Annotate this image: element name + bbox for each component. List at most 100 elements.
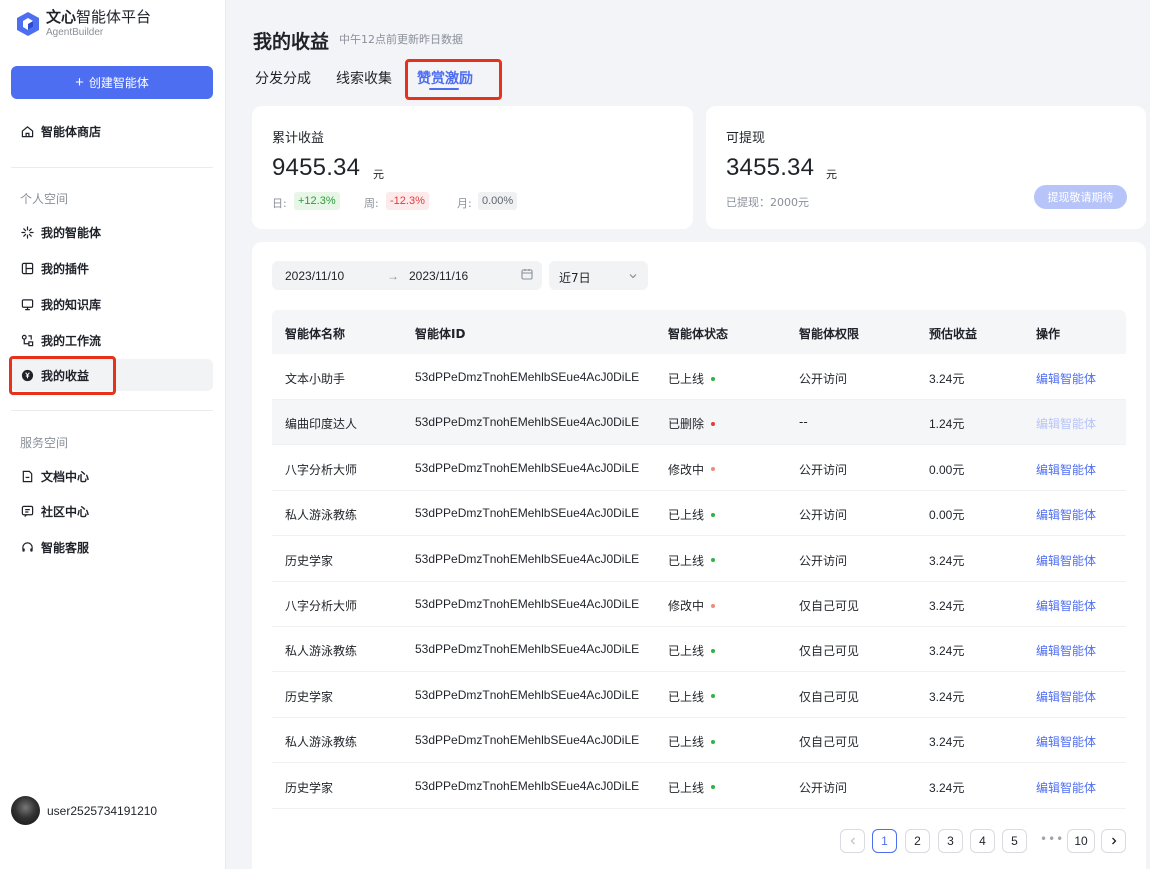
yen-coin-icon [20,368,34,382]
plus-icon: + [75,74,84,91]
sidebar-item-community[interactable]: 社区中心 [11,495,213,527]
cell-permission: 公开访问 [799,372,848,386]
tab-lead-collection[interactable]: 线索收集 [336,68,392,88]
workflow-icon [20,333,34,347]
next-page-button[interactable] [1101,829,1126,853]
cell-revenue: 0.00元 [929,462,965,477]
page-button-5[interactable]: 5 [1002,829,1027,853]
edit-agent-link[interactable]: 编辑智能体 [1036,506,1096,523]
sidebar-divider [11,167,213,168]
sidebar-item-label: 社区中心 [41,504,90,519]
page-title: 我的收益 [253,31,330,53]
sidebar-item-my-revenue[interactable]: 我的收益 [11,359,213,391]
withdrawable-unit: 元 [826,168,837,181]
sidebar-item-my-plugins[interactable]: 我的插件 [11,252,213,284]
page-button-1[interactable]: 1 [872,829,897,853]
sidebar-item-my-agents[interactable]: 我的智能体 [11,216,213,248]
table-row: 私人游泳教练 53dPPeDmzTnohEMehlbSEue4AcJ0DiLE 已上… [272,627,1126,673]
edit-agent-link[interactable]: 编辑智能体 [1036,370,1096,387]
sidebar-item-support[interactable]: 智能客服 [11,531,213,563]
status-text: 已上线 [668,553,705,568]
logo[interactable]: 文心智能体平台 AgentBuilder [16,10,151,38]
user-profile[interactable]: user2525734191210 [11,796,157,825]
cell-permission: 仅自己可见 [799,599,860,613]
sidebar-item-label: 我的工作流 [41,333,102,348]
table-row: 编曲印度达人 53dPPeDmzTnohEMehlbSEue4AcJ0DiLE 已删… [272,400,1126,446]
column-header-revenue: 预估收益 [929,327,978,341]
total-revenue-unit: 元 [373,168,384,181]
create-agent-button[interactable]: + 创建智能体 [11,66,213,99]
total-revenue-label: 累计收益 [272,131,325,146]
period-select-value: 近7日 [559,271,591,285]
cell-status: 已上线 [668,552,716,569]
tab-distribution-share[interactable]: 分发分成 [255,68,311,88]
table-row: 私人游泳教练 53dPPeDmzTnohEMehlbSEue4AcJ0DiLE 已上… [272,491,1126,537]
page-button-4[interactable]: 4 [970,829,995,853]
status-dot-icon [711,648,716,653]
edit-agent-link[interactable]: 编辑智能体 [1036,552,1096,569]
chat-icon [20,504,34,518]
sidebar-divider [11,410,213,411]
column-header-id: 智能体ID [415,327,466,341]
cell-agent-name: 历史学家 [285,780,334,795]
cell-agent-id: 53dPPeDmzTnohEMehlbSEue4AcJ0DiLE [415,551,640,566]
column-header-action: 操作 [1036,327,1061,341]
cell-agent-id: 53dPPeDmzTnohEMehlbSEue4AcJ0DiLE [415,415,640,430]
tab-appreciation-reward[interactable]: 赞赏激励 [417,68,473,88]
sparkle-icon [20,225,34,239]
cell-status: 已上线 [668,688,716,705]
table-row: 文本小助手 53dPPeDmzTnohEMehlbSEue4AcJ0DiLE 已上线… [272,355,1126,400]
cell-revenue: 0.00元 [929,508,965,523]
edit-agent-link[interactable]: 编辑智能体 [1036,642,1096,659]
status-text: 已上线 [668,508,705,523]
sidebar-item-agent-store[interactable]: 智能体商店 [11,115,213,147]
edit-agent-link[interactable]: 编辑智能体 [1036,733,1096,750]
cell-revenue: 1.24元 [929,417,965,432]
withdraw-button[interactable]: 提现敬请期待 [1034,185,1127,209]
sidebar-item-my-knowledge[interactable]: 我的知识库 [11,288,213,320]
plugin-icon [20,261,34,275]
status-dot-icon [711,785,716,790]
edit-agent-link[interactable]: 编辑智能体 [1036,415,1096,432]
column-header-name: 智能体名称 [285,327,346,341]
sidebar-item-label: 我的知识库 [41,297,102,312]
page-button-last[interactable]: 10 [1067,829,1095,853]
week-change-label: 周: [364,197,379,210]
status-text: 修改中 [668,462,705,477]
edit-agent-link[interactable]: 编辑智能体 [1036,461,1096,478]
cell-permission: 公开访问 [799,553,848,568]
table-row: 八字分析大师 53dPPeDmzTnohEMehlbSEue4AcJ0DiLE 修改… [272,446,1126,491]
edit-agent-link[interactable]: 编辑智能体 [1036,779,1096,796]
cell-revenue: 3.24元 [929,689,965,704]
cell-permission: -- [799,415,808,430]
page-button-2[interactable]: 2 [905,829,930,853]
home-icon [20,124,34,138]
table-row: 私人游泳教练 53dPPeDmzTnohEMehlbSEue4AcJ0DiLE 已上… [272,718,1126,764]
page-button-3[interactable]: 3 [938,829,963,853]
day-change-badge: +12.3% [294,192,340,210]
avatar [11,796,40,825]
date-range-picker[interactable]: 2023/11/10 → 2023/11/16 [272,261,542,290]
cell-status: 修改中 [668,461,716,478]
logo-cube-icon [17,12,39,36]
week-change-badge: -12.3% [386,192,429,210]
period-select[interactable]: 近7日 [549,261,648,290]
cell-status: 已上线 [668,733,716,750]
cell-revenue: 3.24元 [929,553,965,568]
cell-revenue: 3.24元 [929,780,965,795]
cell-status: 已上线 [668,779,716,796]
edit-agent-link[interactable]: 编辑智能体 [1036,688,1096,705]
sidebar-item-docs[interactable]: 文档中心 [11,460,213,492]
sidebar-item-label: 我的插件 [41,261,90,276]
cell-agent-id: 53dPPeDmzTnohEMehlbSEue4AcJ0DiLE [415,778,640,793]
cell-agent-name: 八字分析大师 [285,462,358,477]
sidebar-item-my-workflows[interactable]: 我的工作流 [11,324,213,356]
cell-agent-name: 八字分析大师 [285,599,358,613]
chevron-down-icon [628,270,638,284]
calendar-icon [521,268,533,283]
status-text: 已上线 [668,372,705,386]
withdrawable-label: 可提现 [726,131,766,146]
cell-status: 已删除 [668,415,716,432]
prev-page-button[interactable] [840,829,865,853]
edit-agent-link[interactable]: 编辑智能体 [1036,597,1096,614]
